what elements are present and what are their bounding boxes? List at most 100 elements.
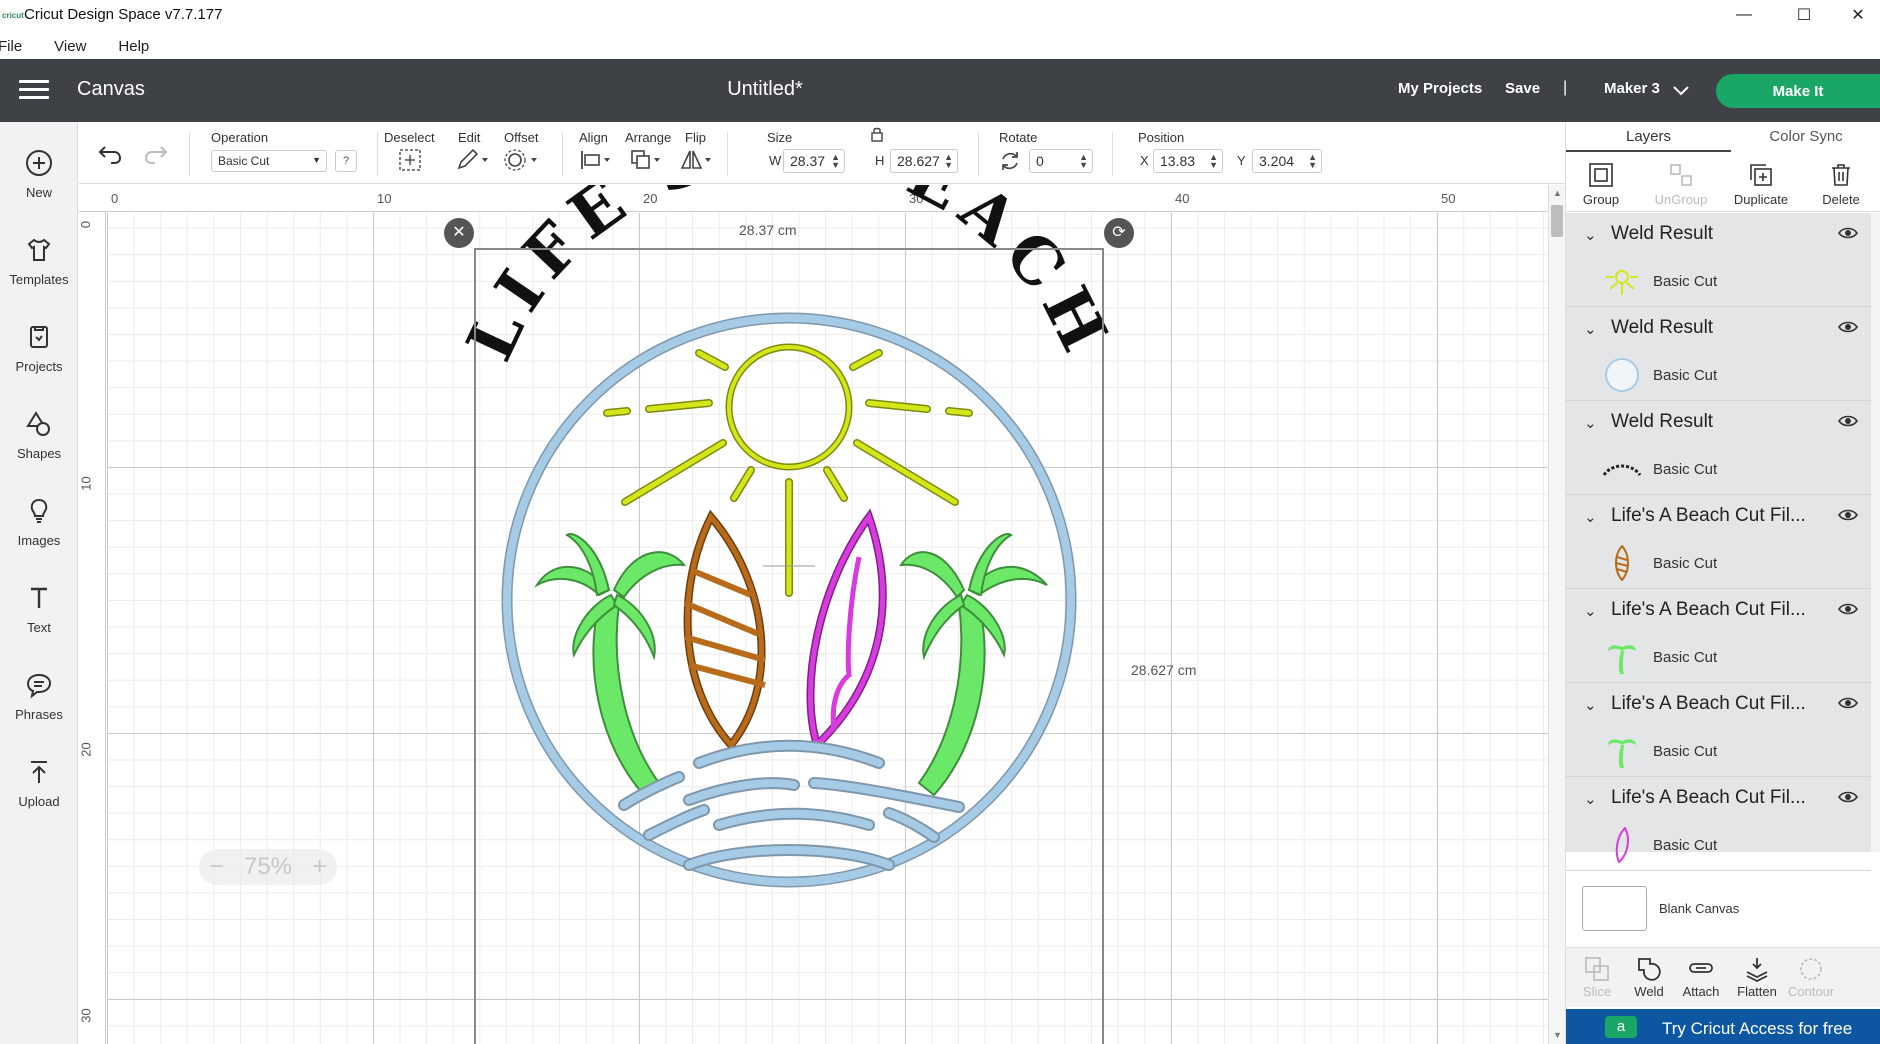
chevron-down-icon[interactable]: ⌄ — [1584, 790, 1597, 808]
eye-icon[interactable] — [1838, 320, 1858, 334]
selection-bounding-box[interactable] — [474, 248, 1104, 1044]
contour-button[interactable]: Contour — [1780, 948, 1842, 999]
operation-select[interactable]: Basic Cut ▼ — [211, 150, 327, 172]
undo-icon[interactable] — [97, 144, 123, 164]
eye-icon[interactable] — [1838, 226, 1858, 240]
operation-value: Basic Cut — [218, 154, 270, 168]
align-icon[interactable] — [579, 148, 615, 172]
upload-tool[interactable]: Upload — [0, 741, 78, 821]
layer-name[interactable]: Life's A Beach Cut Fil... — [1611, 505, 1806, 527]
layer-item[interactable]: ⌄ Life's A Beach Cut Fil... Basic Cut — [1566, 777, 1871, 871]
layer-name[interactable]: Weld Result — [1611, 223, 1713, 245]
zoom-out-button[interactable]: − — [209, 853, 223, 881]
width-input[interactable]: 28.37 ▲ ▼ — [783, 149, 845, 173]
chevron-down-icon[interactable]: ⌄ — [1584, 226, 1597, 244]
menu-view[interactable]: View — [54, 38, 86, 55]
minimize-button[interactable]: — — [1716, 0, 1772, 30]
stepper-icon[interactable]: ▲ ▼ — [1209, 153, 1218, 170]
layer-name[interactable]: Life's A Beach Cut Fil... — [1611, 787, 1806, 809]
shapes-tool[interactable]: Shapes — [0, 393, 78, 473]
stepper-icon[interactable]: ▲ ▼ — [944, 153, 953, 170]
ungroup-icon — [1670, 164, 1692, 186]
offset-icon[interactable] — [503, 148, 541, 172]
layer-name[interactable]: Life's A Beach Cut Fil... — [1611, 693, 1806, 715]
cricut-access-promo[interactable]: a Try Cricut Access for free — [1566, 1009, 1880, 1044]
templates-tool[interactable]: Templates — [0, 219, 78, 299]
my-projects-link[interactable]: My Projects — [1398, 80, 1482, 97]
blank-canvas-swatch[interactable] — [1582, 886, 1647, 931]
layer-item[interactable]: ⌄ Life's A Beach Cut Fil... Basic Cut — [1566, 495, 1871, 589]
x-position-input[interactable]: 13.83 ▲ ▼ — [1153, 149, 1223, 173]
rotate-handle-icon[interactable]: ⟳ — [1104, 218, 1134, 248]
menu-file[interactable]: File — [0, 38, 22, 55]
duplicate-button[interactable]: Duplicate — [1726, 152, 1796, 207]
eye-icon[interactable] — [1838, 790, 1858, 804]
phrases-tool[interactable]: Phrases — [0, 654, 78, 734]
stepper-icon[interactable]: ▲ ▼ — [1308, 153, 1317, 170]
operation-label: Operation — [211, 130, 269, 145]
blank-canvas-row[interactable]: Blank Canvas — [1566, 877, 1880, 947]
menu-help[interactable]: Help — [118, 38, 149, 55]
pen-edit-icon[interactable] — [455, 148, 491, 172]
chevron-down-icon[interactable]: ⌄ — [1584, 320, 1597, 338]
layer-item[interactable]: ⌄ Life's A Beach Cut Fil... Basic Cut — [1566, 589, 1871, 683]
eye-icon[interactable] — [1838, 602, 1858, 616]
flatten-button[interactable]: Flatten — [1726, 948, 1788, 999]
eye-icon[interactable] — [1838, 414, 1858, 428]
stepper-icon[interactable]: ▲ ▼ — [831, 153, 840, 170]
chevron-down-icon[interactable]: ⌄ — [1584, 414, 1597, 432]
operation-help-button[interactable]: ? — [335, 150, 357, 172]
panel-tabs: Layers Color Sync — [1566, 122, 1880, 152]
zoom-in-button[interactable]: + — [313, 853, 327, 881]
lock-icon[interactable] — [869, 126, 885, 142]
images-tool[interactable]: Images — [0, 480, 78, 560]
chevron-down-icon[interactable]: ⌄ — [1584, 696, 1597, 714]
arrange-icon[interactable] — [629, 148, 665, 172]
y-position-input[interactable]: 3.204 ▲ ▼ — [1252, 149, 1322, 173]
scroll-up-icon[interactable]: ▲ — [1553, 188, 1562, 198]
design-canvas[interactable]: 0 10 20 30 40 50 0 10 20 30 28.37 cm 28.… — [79, 185, 1548, 1044]
eye-icon[interactable] — [1838, 508, 1858, 522]
save-button[interactable]: Save — [1505, 80, 1540, 97]
projects-tool[interactable]: Projects — [0, 306, 78, 386]
stepper-icon[interactable]: ▲ ▼ — [1079, 153, 1088, 170]
tab-color-sync[interactable]: Color Sync — [1731, 122, 1880, 152]
make-it-button[interactable]: Make It — [1716, 74, 1880, 108]
redo-icon[interactable] — [143, 144, 169, 164]
layer-item[interactable]: ⌄ Weld Result Basic Cut — [1566, 213, 1871, 307]
scrollbar-thumb[interactable] — [1551, 205, 1563, 237]
tab-layers[interactable]: Layers — [1566, 122, 1731, 152]
layer-name[interactable]: Weld Result — [1611, 411, 1713, 433]
machine-selector[interactable]: Maker 3 — [1604, 80, 1660, 97]
new-tool[interactable]: New — [0, 132, 78, 212]
canvas-vertical-scrollbar[interactable]: ▲ ▼ — [1548, 185, 1565, 1044]
eye-icon[interactable] — [1838, 696, 1858, 710]
ungroup-button[interactable]: UnGroup — [1646, 152, 1716, 207]
text-thumbnail-icon — [1602, 464, 1642, 476]
layer-item[interactable]: ⌄ Life's A Beach Cut Fil... Basic Cut — [1566, 683, 1871, 777]
flip-icon[interactable] — [679, 148, 715, 172]
layer-name[interactable]: Weld Result — [1611, 317, 1713, 339]
chevron-down-icon[interactable] — [1672, 77, 1690, 103]
document-title[interactable]: Untitled* — [0, 78, 1530, 101]
close-window-button[interactable]: ✕ — [1830, 0, 1880, 30]
group-button[interactable]: Group — [1566, 152, 1636, 207]
edit-toolbar: Operation Basic Cut ▼ ? Deselect Edit Off… — [79, 122, 1565, 184]
rotate-input[interactable]: 0 ▲ ▼ — [1029, 149, 1093, 173]
attach-button[interactable]: Attach — [1670, 948, 1732, 999]
height-input[interactable]: 28.627 ▲ ▼ — [890, 149, 958, 173]
chevron-down-icon[interactable]: ⌄ — [1584, 508, 1597, 526]
delete-button[interactable]: Delete — [1806, 152, 1876, 207]
cricut-access-icon: a — [1605, 1016, 1637, 1038]
left-toolbar: New Templates Projects Shapes Images Tex… — [0, 122, 78, 1044]
delete-handle-icon[interactable]: ✕ — [444, 218, 474, 248]
deselect-icon[interactable] — [398, 148, 422, 172]
layers-scrollbar[interactable] — [1871, 213, 1880, 852]
chevron-down-icon[interactable]: ⌄ — [1584, 602, 1597, 620]
maximize-button[interactable]: ☐ — [1776, 0, 1832, 30]
text-tool[interactable]: Text — [0, 567, 78, 647]
layer-item[interactable]: ⌄ Weld Result Basic Cut — [1566, 307, 1871, 401]
layer-item[interactable]: ⌄ Weld Result Basic Cut — [1566, 401, 1871, 495]
layer-name[interactable]: Life's A Beach Cut Fil... — [1611, 599, 1806, 621]
scroll-down-icon[interactable]: ▼ — [1553, 1030, 1562, 1040]
